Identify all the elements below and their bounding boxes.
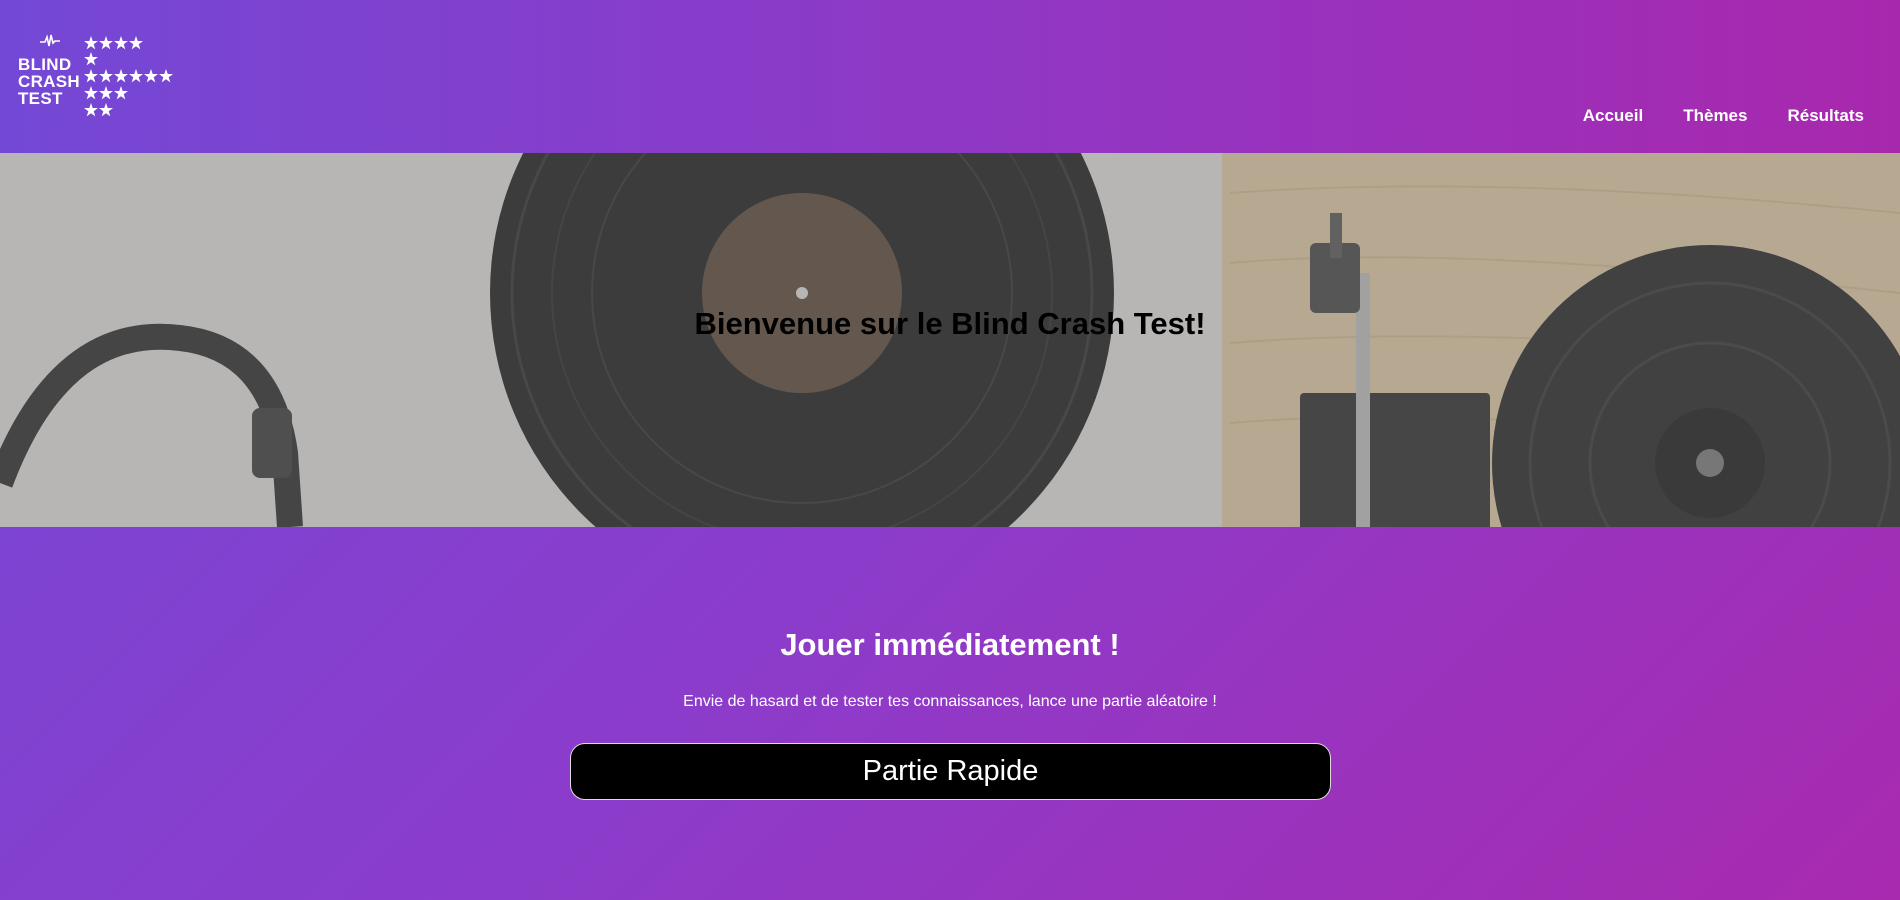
hero-title: Bienvenue sur le Blind Crash Test! [694, 306, 1206, 341]
section-title: Jouer immédiatement ! [780, 627, 1120, 662]
logo-line-blind: BLIND [18, 55, 72, 74]
hero-banner: Bienvenue sur le Blind Crash Test! [0, 153, 1900, 527]
logo-line-crash: CRASH [18, 72, 80, 91]
quick-game-button[interactable]: Partie Rapide [570, 743, 1331, 800]
logo[interactable]: BLIND CRASH TEST [18, 34, 173, 124]
nav-item-accueil[interactable]: Accueil [1583, 106, 1643, 126]
site-header: BLIND CRASH TEST Accueil Thèmes Résultat… [0, 0, 1900, 153]
logo-text: BLIND CRASH TEST [18, 56, 80, 107]
logo-line-test: TEST [18, 89, 63, 108]
sound-wave-icon [40, 34, 60, 47]
section-description: Envie de hasard et de tester tes connais… [683, 693, 1217, 710]
nav-item-themes[interactable]: Thèmes [1683, 106, 1747, 126]
main-nav: Accueil Thèmes Résultats [1543, 106, 1864, 126]
nav-item-resultats[interactable]: Résultats [1787, 106, 1864, 126]
star-icon [84, 36, 173, 117]
main-section: Jouer immédiatement ! Envie de hasard et… [0, 527, 1900, 900]
